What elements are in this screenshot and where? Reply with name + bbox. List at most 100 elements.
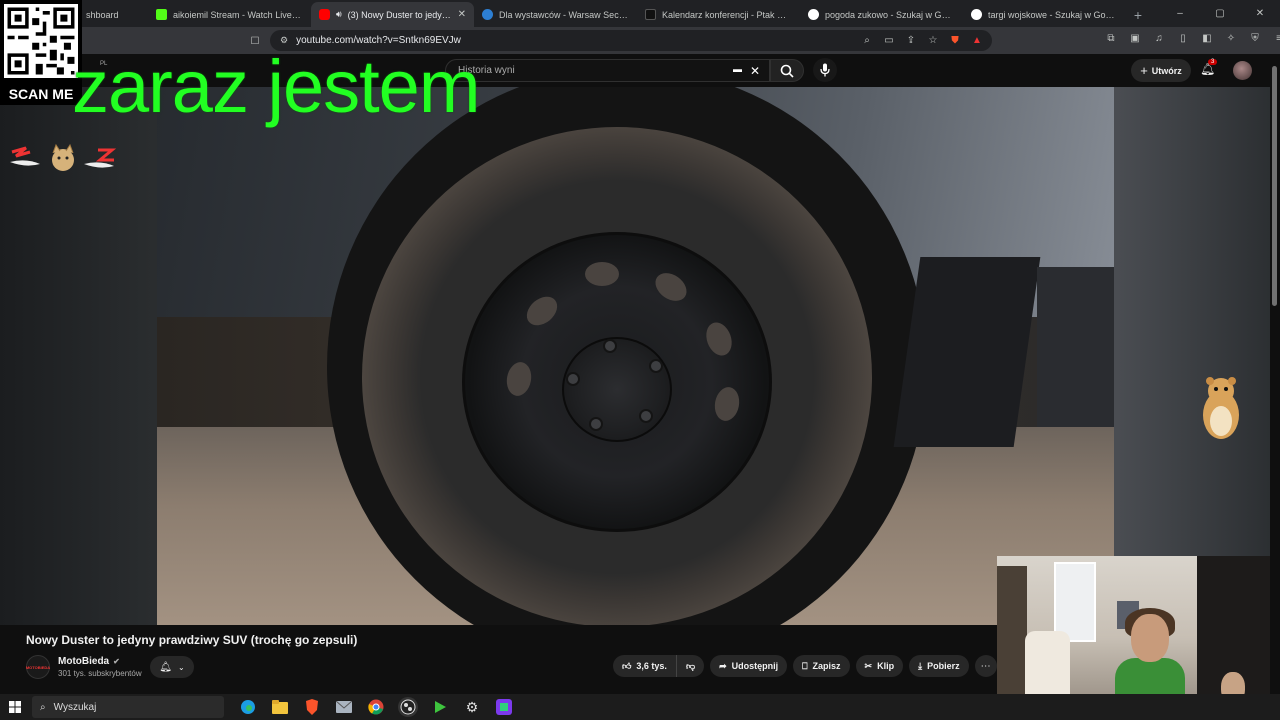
create-button[interactable]: + Utwórz (1131, 59, 1191, 82)
clip-label: Klip (877, 661, 895, 671)
download-button[interactable]: ⤓ Pobierz (909, 655, 969, 677)
menu-icon[interactable]: ≡ (1272, 31, 1280, 45)
share-button[interactable]: ➦ Udostępnij (710, 655, 788, 677)
taskbar-search[interactable]: ⌕ Wyszukaj (32, 696, 224, 718)
voice-search-button[interactable] (813, 58, 837, 82)
stream-status-text: zaraz jestem (72, 45, 480, 128)
screenshot-icon[interactable]: ▣ (1128, 31, 1142, 45)
media-player-icon[interactable] (430, 697, 450, 717)
window-controls: – ▢ ✕ (1160, 0, 1280, 27)
like-count: 3,6 tys. (636, 661, 667, 671)
audio-playing-icon[interactable]: 🔊︎ (336, 9, 342, 20)
tab-title: aikoiemil Stream - Watch Live on Kic (173, 9, 303, 20)
qr-code-overlay: SCAN ME (0, 0, 82, 105)
channel-name-link[interactable]: MotoBieda ✔︎ (58, 656, 120, 667)
bell-icon: 🔔︎ (159, 661, 172, 673)
lug-nut (589, 417, 603, 431)
like-button[interactable]: 👍︎ 3,6 tys. (613, 655, 677, 677)
app-icon[interactable] (494, 697, 514, 717)
taskbar-search-placeholder: Wyszukaj (53, 701, 97, 713)
streamer-face (1131, 614, 1169, 662)
video-player[interactable] (157, 87, 1114, 625)
google-favicon-icon (971, 9, 982, 20)
close-window-button[interactable]: ✕ (1240, 0, 1280, 27)
keyboard-icon[interactable]: ▬ (733, 64, 742, 78)
kick-favicon-icon (156, 9, 167, 20)
plus-icon: + (1140, 63, 1148, 78)
lug-nut (566, 372, 580, 386)
dislike-button[interactable]: 👎︎ (676, 655, 705, 677)
clear-search-icon[interactable]: ✕ (750, 64, 760, 78)
clip-button[interactable]: ✂ Klip (855, 655, 904, 677)
windows-logo-icon (9, 701, 21, 713)
more-dots-icon: ⋯ (980, 660, 991, 672)
extensions-row: ⧉ ▣ ♫ ▯ ◧ ✧ ⛨ ≡ (1104, 31, 1280, 45)
page-scrollbar[interactable] (1270, 54, 1280, 694)
brave-shield-icon[interactable]: ⛊ (948, 33, 962, 47)
tab-warsaw-security[interactable]: Dla wystawców - Warsaw Security & (474, 2, 637, 27)
chrome-icon[interactable] (366, 697, 386, 717)
google-favicon-icon (808, 9, 819, 20)
tab-google-targi[interactable]: targi wojskowe - Szukaj w Google (963, 2, 1126, 27)
more-actions-button[interactable]: ⋯ (974, 655, 997, 677)
start-button[interactable] (0, 694, 30, 720)
maximize-button[interactable]: ▢ (1200, 0, 1240, 27)
tab-ptak-warsaw[interactable]: Kalendarz konferencji - Ptak Warsaw (637, 2, 800, 27)
lug-nut (639, 409, 653, 423)
sidebar-icon[interactable]: ▯ (1176, 31, 1190, 45)
scan-me-label: SCAN ME (8, 86, 74, 102)
rim-hole (585, 262, 619, 286)
star-icon[interactable]: ☆ (926, 33, 940, 47)
download-label: Pobierz (927, 661, 960, 671)
share-label: Udostępnij (731, 661, 779, 671)
scrollbar-thumb[interactable] (1272, 66, 1277, 306)
vpn-icon[interactable]: ⛨ (1248, 31, 1262, 45)
scissors-icon: ✂ (864, 660, 873, 671)
verified-icon: ✔︎ (113, 657, 120, 666)
thumbs-down-icon: 👎︎ (685, 660, 696, 671)
webcam-window (1054, 562, 1096, 642)
zoom-icon[interactable]: ⌕ (860, 33, 874, 47)
mail-icon[interactable] (334, 697, 354, 717)
tab-title: Kalendarz konferencji - Ptak Warsaw (662, 9, 792, 20)
leo-icon[interactable]: ✧ (1224, 31, 1238, 45)
media-icon[interactable]: ♫ (1152, 31, 1166, 45)
lug-nut (649, 359, 663, 373)
file-explorer-icon[interactable] (270, 697, 290, 717)
brave-icon[interactable] (302, 697, 322, 717)
cast-icon[interactable]: ▭ (882, 33, 896, 47)
wallet-icon[interactable]: ◧ (1200, 31, 1214, 45)
close-tab-icon[interactable]: ✕ (458, 9, 466, 20)
microphone-icon (820, 63, 830, 77)
save-button[interactable]: ⎕ Zapisz (793, 655, 850, 677)
share-arrow-icon: ➦ (719, 660, 727, 671)
share-icon[interactable]: ⇪ (904, 33, 918, 47)
notification-count-badge: 3 (1208, 59, 1218, 65)
subscription-bell-button[interactable]: 🔔︎ ⌄ (150, 656, 194, 678)
tab-kick-stream[interactable]: aikoiemil Stream - Watch Live on Kic (148, 2, 311, 27)
channel-avatar[interactable]: MOTOBIEDA (26, 655, 50, 679)
new-tab-button[interactable]: + (1126, 2, 1150, 27)
extensions-icon[interactable]: ⧉ (1104, 31, 1118, 45)
tab-title: Dla wystawców - Warsaw Security & (499, 9, 629, 20)
video-title: Nowy Duster to jedyny prawdziwy SUV (tro… (26, 633, 358, 647)
rewards-icon[interactable]: ▲ (970, 33, 984, 47)
qr-code-icon (4, 4, 78, 78)
tab-youtube-active[interactable]: 🔊︎ (3) Nowy Duster to jedyny p ✕ (311, 2, 474, 27)
save-label: Zapisz (812, 661, 841, 671)
ptak-favicon-icon (645, 9, 656, 20)
lug-nut (603, 339, 617, 353)
search-button[interactable] (770, 59, 804, 82)
like-dislike-group: 👍︎ 3,6 tys. 👎︎ (613, 655, 705, 677)
user-avatar[interactable] (1233, 61, 1252, 80)
minimize-button[interactable]: – (1160, 0, 1200, 27)
obs-icon[interactable] (398, 697, 418, 717)
edge-icon[interactable] (238, 697, 258, 717)
browser-tab-strip: shboard aikoiemil Stream - Watch Live on… (0, 0, 1280, 27)
bookmark-icon: ⎕ (802, 660, 808, 671)
search-icon: ⌕ (40, 701, 46, 713)
taskbar-apps: ⚙︎ (238, 697, 514, 717)
tab-google-pogoda[interactable]: pogoda zukowo - Szukaj w Google (800, 2, 963, 27)
search-input[interactable]: Historia wyni (445, 59, 770, 82)
settings-icon[interactable]: ⚙︎ (462, 697, 482, 717)
